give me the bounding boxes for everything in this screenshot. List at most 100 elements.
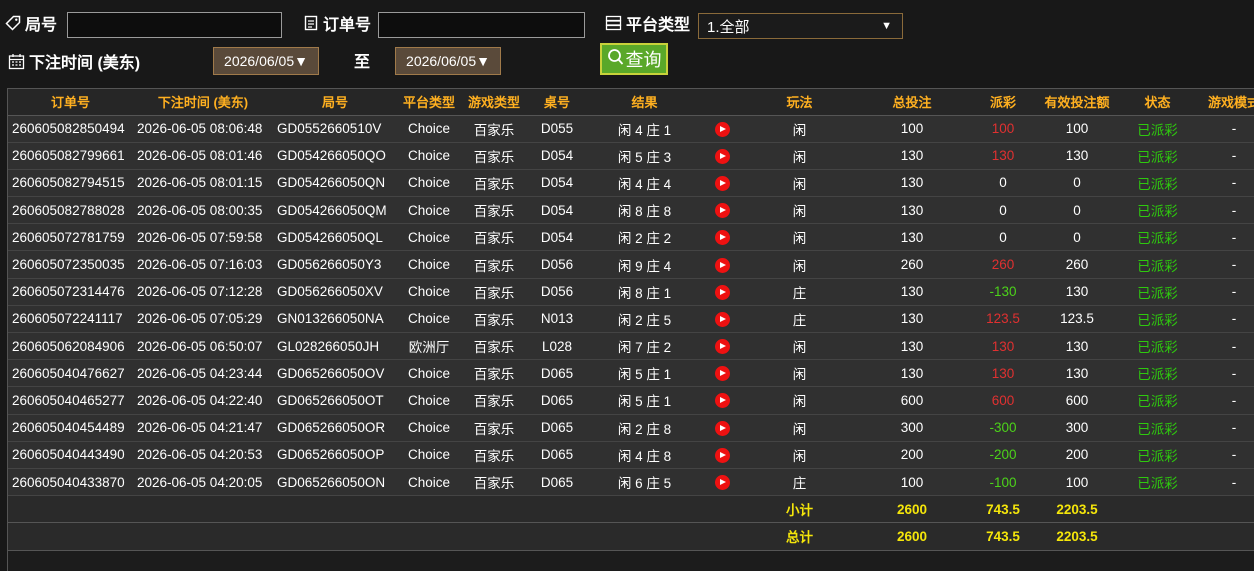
valid-bet-cell: 123.5 — [1039, 305, 1115, 334]
table-body: 260605082850494 2026-06-05 08:06:48 GD0552… — [8, 115, 1254, 551]
round-label: 局号 — [5, 11, 57, 35]
table-no-cell: D065 — [527, 441, 587, 469]
play-icon[interactable] — [714, 175, 730, 191]
total-bet-cell: 130 — [857, 142, 967, 170]
server-icon — [605, 15, 622, 31]
summary-empty-cell — [133, 495, 273, 524]
summary-empty-cell — [527, 522, 587, 551]
order-input[interactable] — [378, 12, 585, 38]
play-icon[interactable] — [714, 230, 730, 246]
query-button-label: 查询 — [625, 50, 662, 70]
summary-label: 小计 — [742, 495, 857, 524]
game-mode-cell: - — [1200, 305, 1254, 334]
play-icon[interactable] — [714, 284, 730, 300]
play-icon[interactable] — [714, 366, 730, 382]
summary-empty-cell — [587, 522, 702, 551]
game-type-cell: 百家乐 — [461, 441, 527, 469]
platform-select[interactable]: 1.全部 ▼ — [698, 13, 903, 39]
summary-empty-cell — [1200, 522, 1254, 551]
status-cell: 已派彩 — [1115, 414, 1200, 442]
round-no-cell: GD065266050OR — [273, 414, 397, 442]
total-row: 总计 2600 743.5 2203.5 — [8, 522, 1254, 551]
game-type-cell: 百家乐 — [461, 468, 527, 497]
result-cell: 闲 4 庄 4 — [587, 169, 702, 198]
valid-bet-cell: 600 — [1039, 386, 1115, 415]
play-icon[interactable] — [714, 420, 730, 436]
game-type-cell: 百家乐 — [461, 169, 527, 198]
result-cell: 闲 5 庄 3 — [587, 142, 702, 170]
order-label: 订单号 — [303, 11, 371, 35]
summary-empty-cell — [8, 522, 133, 551]
payout-cell: 0 — [967, 196, 1039, 225]
replay-cell — [702, 441, 742, 469]
summary-empty-cell — [1200, 495, 1254, 524]
result-cell: 闲 9 庄 4 — [587, 250, 702, 279]
result-cell: 闲 8 庄 1 — [587, 278, 702, 306]
order-label-text: 订单号 — [323, 17, 372, 34]
date-from-picker[interactable]: 2026/06/05▼ — [213, 47, 319, 75]
play-icon[interactable] — [714, 339, 730, 355]
valid-bet-cell: 130 — [1039, 359, 1115, 388]
table-row: 260605072781759 2026-06-05 07:59:58 GD0542… — [8, 223, 1254, 252]
summary-payout: 743.5 — [967, 522, 1039, 551]
play-icon[interactable] — [714, 148, 730, 164]
bet-type-cell: 闲 — [742, 250, 857, 279]
result-cell: 闲 2 庄 2 — [587, 223, 702, 252]
valid-bet-cell: 100 — [1039, 468, 1115, 497]
status-cell: 已派彩 — [1115, 196, 1200, 225]
result-cell: 闲 8 庄 8 — [587, 196, 702, 225]
column-header — [702, 89, 742, 116]
platform-cell: Choice — [397, 386, 461, 415]
records-table: 订单号 下注时间 (美东) 局号 平台类型 游戏类型 桌号 结果 玩法 总投注 派彩 有效投注额 状态… — [8, 89, 1254, 551]
valid-bet-cell: 130 — [1039, 332, 1115, 361]
summary-empty-cell — [702, 495, 742, 524]
replay-cell — [702, 142, 742, 170]
round-no-cell: GN013266050NA — [273, 305, 397, 334]
subtotal-row: 小计 2600 743.5 2203.5 — [8, 495, 1254, 524]
table-no-cell: D054 — [527, 196, 587, 225]
bet-type-cell: 闲 — [742, 115, 857, 143]
play-icon[interactable] — [714, 447, 730, 463]
bet-type-cell: 闲 — [742, 223, 857, 252]
platform-cell: Choice — [397, 142, 461, 170]
valid-bet-cell: 0 — [1039, 223, 1115, 252]
bet-type-cell: 闲 — [742, 359, 857, 388]
game-type-cell: 百家乐 — [461, 115, 527, 143]
column-header: 局号 — [273, 89, 397, 116]
summary-empty-cell — [527, 495, 587, 524]
payout-cell: 0 — [967, 223, 1039, 252]
order-no-cell: 260605040433870 — [8, 468, 133, 497]
bet-records-table: 订单号 下注时间 (美东) 局号 平台类型 游戏类型 桌号 结果 玩法 总投注 派彩 有效投注额 状态… — [7, 88, 1254, 571]
bet-time-cell: 2026-06-05 04:22:40 — [133, 386, 273, 415]
platform-cell: Choice — [397, 250, 461, 279]
valid-bet-cell: 130 — [1039, 278, 1115, 306]
query-button[interactable]: 查询 — [600, 43, 668, 75]
play-icon[interactable] — [714, 393, 730, 409]
order-no-cell: 260605082788028 — [8, 196, 133, 225]
total-bet-cell: 300 — [857, 414, 967, 442]
play-icon[interactable] — [714, 311, 730, 327]
table-row: 260605082799661 2026-06-05 08:01:46 GD0542… — [8, 142, 1254, 170]
bet-time-cell: 2026-06-05 04:20:05 — [133, 468, 273, 497]
round-input[interactable] — [67, 12, 282, 38]
status-cell: 已派彩 — [1115, 332, 1200, 361]
play-icon[interactable] — [714, 121, 730, 137]
table-row: 260605082850494 2026-06-05 08:06:48 GD0552… — [8, 115, 1254, 143]
play-icon[interactable] — [714, 475, 730, 490]
summary-empty-cell — [273, 495, 397, 524]
total-bet-cell: 130 — [857, 278, 967, 306]
table-no-cell: D055 — [527, 115, 587, 143]
summary-label: 总计 — [742, 522, 857, 551]
search-icon — [607, 48, 624, 71]
payout-cell: 123.5 — [967, 305, 1039, 334]
payout-cell: 600 — [967, 386, 1039, 415]
column-header: 平台类型 — [397, 89, 461, 116]
summary-empty-cell — [133, 522, 273, 551]
payout-cell: 260 — [967, 250, 1039, 279]
round-no-cell: GD054266050QN — [273, 169, 397, 198]
play-icon[interactable] — [714, 257, 730, 273]
summary-valid-bet: 2203.5 — [1039, 522, 1115, 551]
date-to-picker[interactable]: 2026/06/05▼ — [395, 47, 501, 75]
play-icon[interactable] — [714, 203, 730, 219]
column-header: 派彩 — [967, 89, 1039, 116]
